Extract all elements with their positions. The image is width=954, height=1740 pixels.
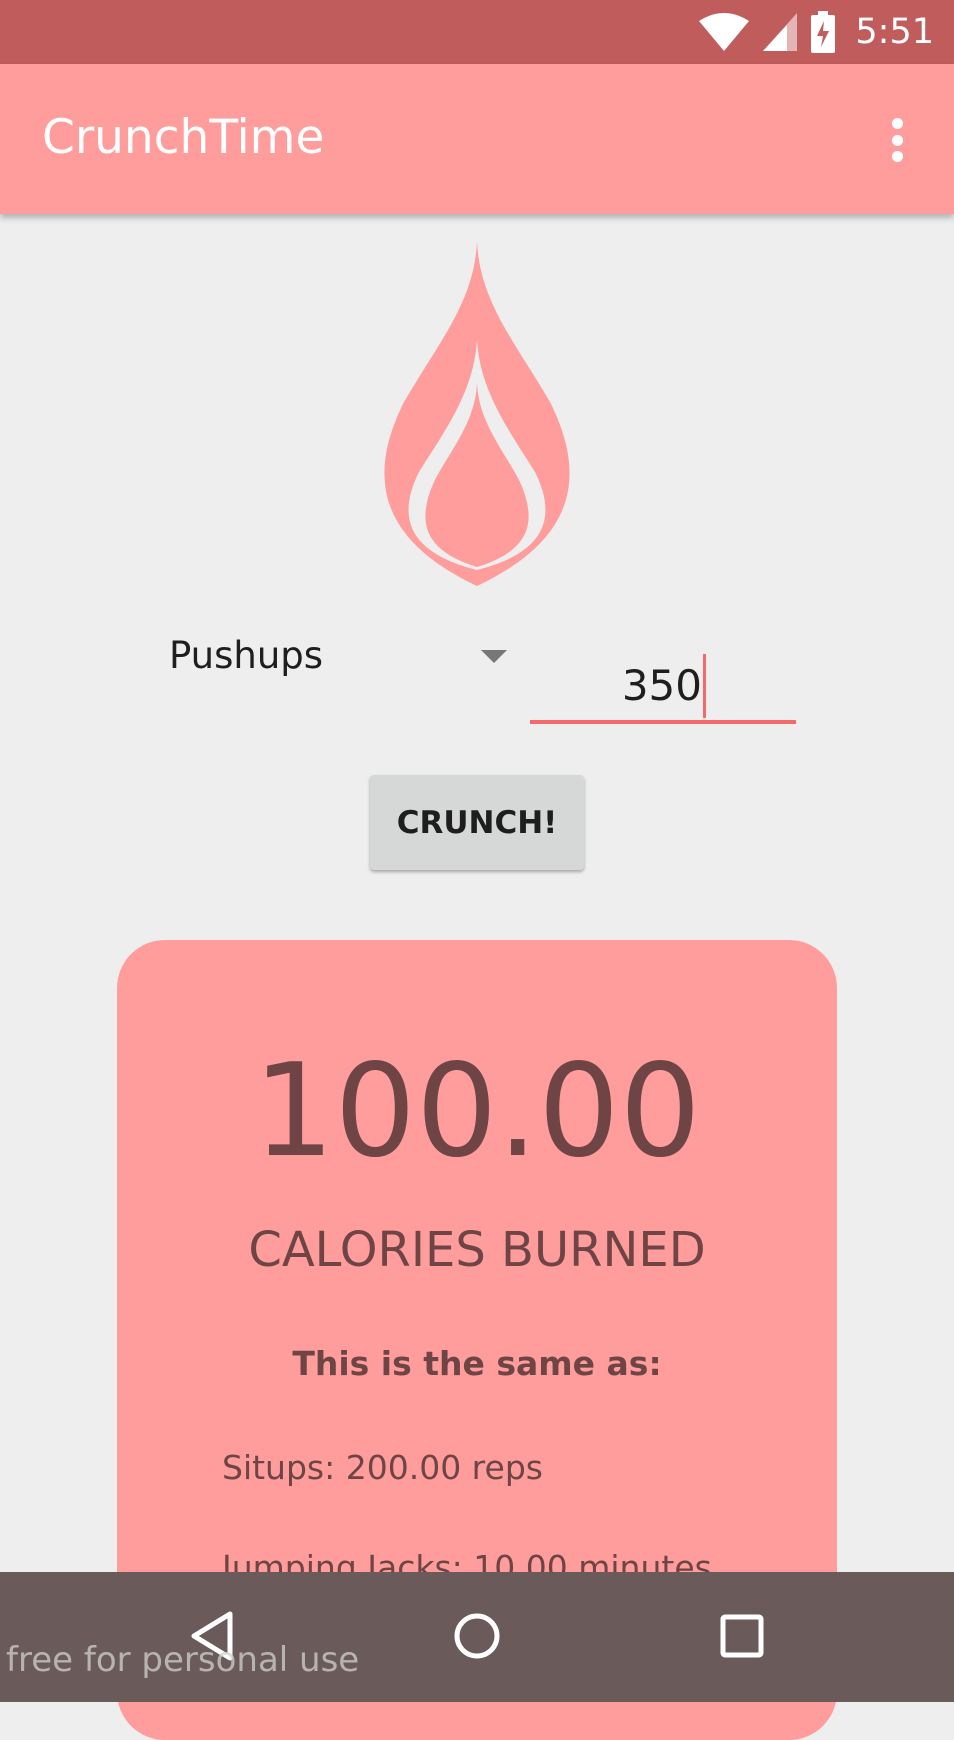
crunch-button[interactable]: CRUNCH! — [370, 775, 584, 870]
dropdown-arrow-icon — [481, 650, 507, 663]
calories-label: CALORIES BURNED — [248, 1222, 706, 1278]
text-cursor — [703, 654, 706, 718]
navigation-bar — [0, 1572, 954, 1702]
input-underline — [530, 720, 796, 724]
recents-icon[interactable] — [710, 1604, 774, 1668]
reps-input[interactable]: 350 — [530, 650, 796, 730]
watermark: free for personal use — [6, 1640, 360, 1680]
app-bar: CrunchTime — [0, 64, 954, 214]
calories-value: 100.00 — [253, 1037, 701, 1186]
exercise-selected-value: Pushups — [169, 634, 324, 677]
app-title: CrunchTime — [42, 110, 325, 165]
overflow-menu-icon[interactable] — [880, 112, 914, 168]
menu-dot — [891, 151, 903, 162]
battery-charging-icon — [811, 11, 836, 53]
menu-dot — [891, 134, 903, 146]
status-clock: 5:51 — [855, 12, 934, 52]
reps-input-value: 350 — [621, 661, 702, 710]
cell-signal-icon — [763, 13, 798, 51]
status-bar: 5:51 — [0, 0, 954, 64]
exercise-dropdown[interactable]: Pushups — [165, 628, 515, 688]
wifi-icon — [699, 13, 750, 51]
menu-dot — [891, 118, 903, 129]
status-icons: 5:51 — [699, 6, 934, 58]
equivalent-item: Situps: 200.00 reps — [222, 1448, 543, 1487]
same-as-heading: This is the same as: — [292, 1344, 662, 1383]
flame-icon — [370, 242, 584, 590]
home-icon[interactable] — [445, 1604, 509, 1668]
